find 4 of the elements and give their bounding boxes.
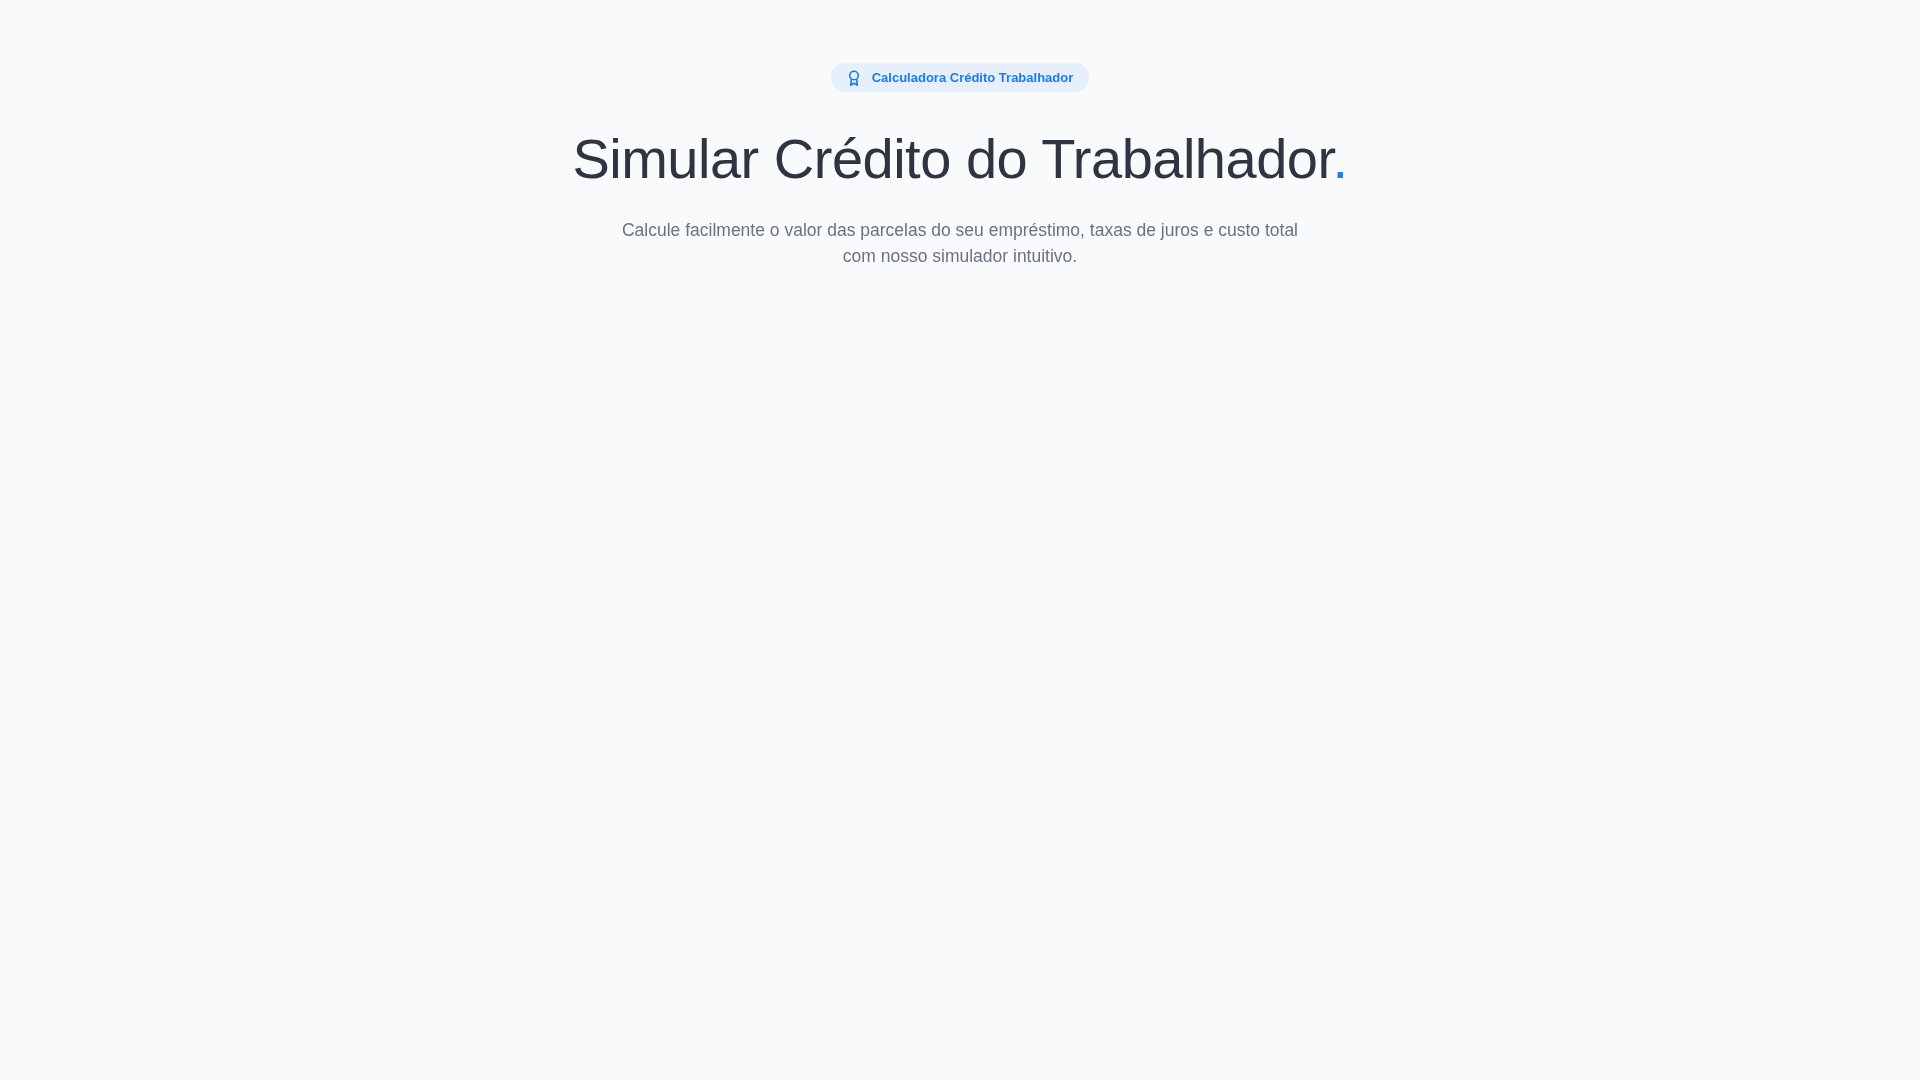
award-icon bbox=[847, 69, 860, 86]
badge-label: Calculadora Crédito Trabalhador bbox=[871, 70, 1074, 85]
page-title: Simular Crédito do Trabalhador. bbox=[572, 126, 1348, 192]
page-subtitle: Calcule facilmente o valor das parcelas do seu empréstimo, taxas de juros e custo total com nosso simulador intuitivo. bbox=[620, 219, 1299, 269]
